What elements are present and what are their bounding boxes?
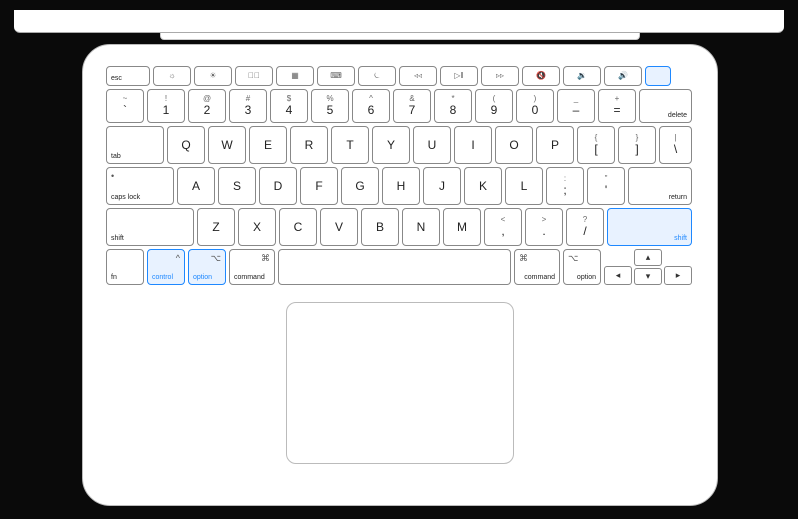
row-number: ~` !1 @2 #3 $4 %5 ^6 &7 *8 (9 )0 _– += d… [106,89,692,123]
key-left-bracket[interactable]: {[ [577,126,615,164]
key-2[interactable]: @2 [188,89,226,123]
key-c[interactable]: C [279,208,317,246]
key-semicolon[interactable]: :; [546,167,584,205]
key-f3[interactable]: ⌃⃞ [235,66,273,86]
key-i[interactable]: I [454,126,492,164]
key-l[interactable]: L [505,167,543,205]
key-q[interactable]: Q [167,126,205,164]
key-1[interactable]: !1 [147,89,185,123]
key-arrow-up[interactable]: ▴ [634,249,662,266]
arrow-updown: ▴ ▾ [634,249,662,285]
key-f12[interactable]: 🔊 [604,66,642,86]
key-tab[interactable]: tab [106,126,164,164]
key-6[interactable]: ^6 [352,89,390,123]
row-qwerty: tab Q W E R T Y U I O P {[ }] |\ [106,126,692,164]
key-f11[interactable]: 🔉 [563,66,601,86]
key-right-bracket[interactable]: }] [618,126,656,164]
trackpad[interactable] [286,302,514,464]
key-return[interactable]: return [628,167,692,205]
key-shift-right[interactable]: shift [607,208,692,246]
key-4[interactable]: $4 [270,89,308,123]
key-o[interactable]: O [495,126,533,164]
key-3[interactable]: #3 [229,89,267,123]
key-f9[interactable]: ▹▹ [481,66,519,86]
key-comma[interactable]: <, [484,208,522,246]
key-0[interactable]: )0 [516,89,554,123]
key-f2[interactable]: ☀ [194,66,232,86]
keyboard: esc ☼ ☀ ⌃⃞ ▦ ⌨ ⏾ ◃◃ ▷‖ ▹▹ 🔇 🔉 🔊 ~` !1 @2… [106,66,692,290]
row-bottom: fn ^control ⌥option ⌘command ⌘command ⌥o… [106,249,692,285]
key-fn[interactable]: fn [106,249,144,285]
key-backtick[interactable]: ~` [106,89,144,123]
key-arrow-left[interactable]: ◂ [604,266,632,285]
key-minus[interactable]: _– [557,89,595,123]
arrow-cluster: ◂ ▴ ▾ ▸ [604,249,692,285]
key-a[interactable]: A [177,167,215,205]
key-p[interactable]: P [536,126,574,164]
key-space[interactable] [278,249,511,285]
key-esc[interactable]: esc [106,66,150,86]
key-m[interactable]: M [443,208,481,246]
key-g[interactable]: G [341,167,379,205]
laptop-lid [14,10,784,33]
key-arrow-down[interactable]: ▾ [634,268,662,285]
key-d[interactable]: D [259,167,297,205]
key-f[interactable]: F [300,167,338,205]
key-backslash[interactable]: |\ [659,126,692,164]
key-5[interactable]: %5 [311,89,349,123]
key-slash[interactable]: ?/ [566,208,604,246]
key-b[interactable]: B [361,208,399,246]
key-command-right[interactable]: ⌘command [514,249,560,285]
key-arrow-right[interactable]: ▸ [664,266,692,285]
key-j[interactable]: J [423,167,461,205]
key-7[interactable]: &7 [393,89,431,123]
key-control[interactable]: ^control [147,249,185,285]
key-h[interactable]: H [382,167,420,205]
key-z[interactable]: Z [197,208,235,246]
key-f7[interactable]: ◃◃ [399,66,437,86]
key-k[interactable]: K [464,167,502,205]
key-f1[interactable]: ☼ [153,66,191,86]
key-f8[interactable]: ▷‖ [440,66,478,86]
key-shift-left[interactable]: shift [106,208,194,246]
key-n[interactable]: N [402,208,440,246]
key-power[interactable] [645,66,671,86]
key-option-left[interactable]: ⌥option [188,249,226,285]
key-option-right[interactable]: ⌥option [563,249,601,285]
key-8[interactable]: *8 [434,89,472,123]
key-period[interactable]: >. [525,208,563,246]
key-delete[interactable]: delete [639,89,692,123]
key-t[interactable]: T [331,126,369,164]
key-f6[interactable]: ⏾ [358,66,396,86]
key-f5[interactable]: ⌨ [317,66,355,86]
row-home: •caps lock A S D F G H J K L :; "' retur… [106,167,692,205]
key-e[interactable]: E [249,126,287,164]
key-y[interactable]: Y [372,126,410,164]
key-9[interactable]: (9 [475,89,513,123]
key-v[interactable]: V [320,208,358,246]
key-command-left[interactable]: ⌘command [229,249,275,285]
key-f4[interactable]: ▦ [276,66,314,86]
row-shift: shift Z X C V B N M <, >. ?/ shift [106,208,692,246]
key-equal[interactable]: += [598,89,636,123]
key-quote[interactable]: "' [587,167,625,205]
key-u[interactable]: U [413,126,451,164]
key-f10[interactable]: 🔇 [522,66,560,86]
key-w[interactable]: W [208,126,246,164]
key-r[interactable]: R [290,126,328,164]
key-s[interactable]: S [218,167,256,205]
row-function: esc ☼ ☀ ⌃⃞ ▦ ⌨ ⏾ ◃◃ ▷‖ ▹▹ 🔇 🔉 🔊 [106,66,692,86]
key-x[interactable]: X [238,208,276,246]
key-caps-lock[interactable]: •caps lock [106,167,174,205]
laptop-hinge [160,33,640,40]
